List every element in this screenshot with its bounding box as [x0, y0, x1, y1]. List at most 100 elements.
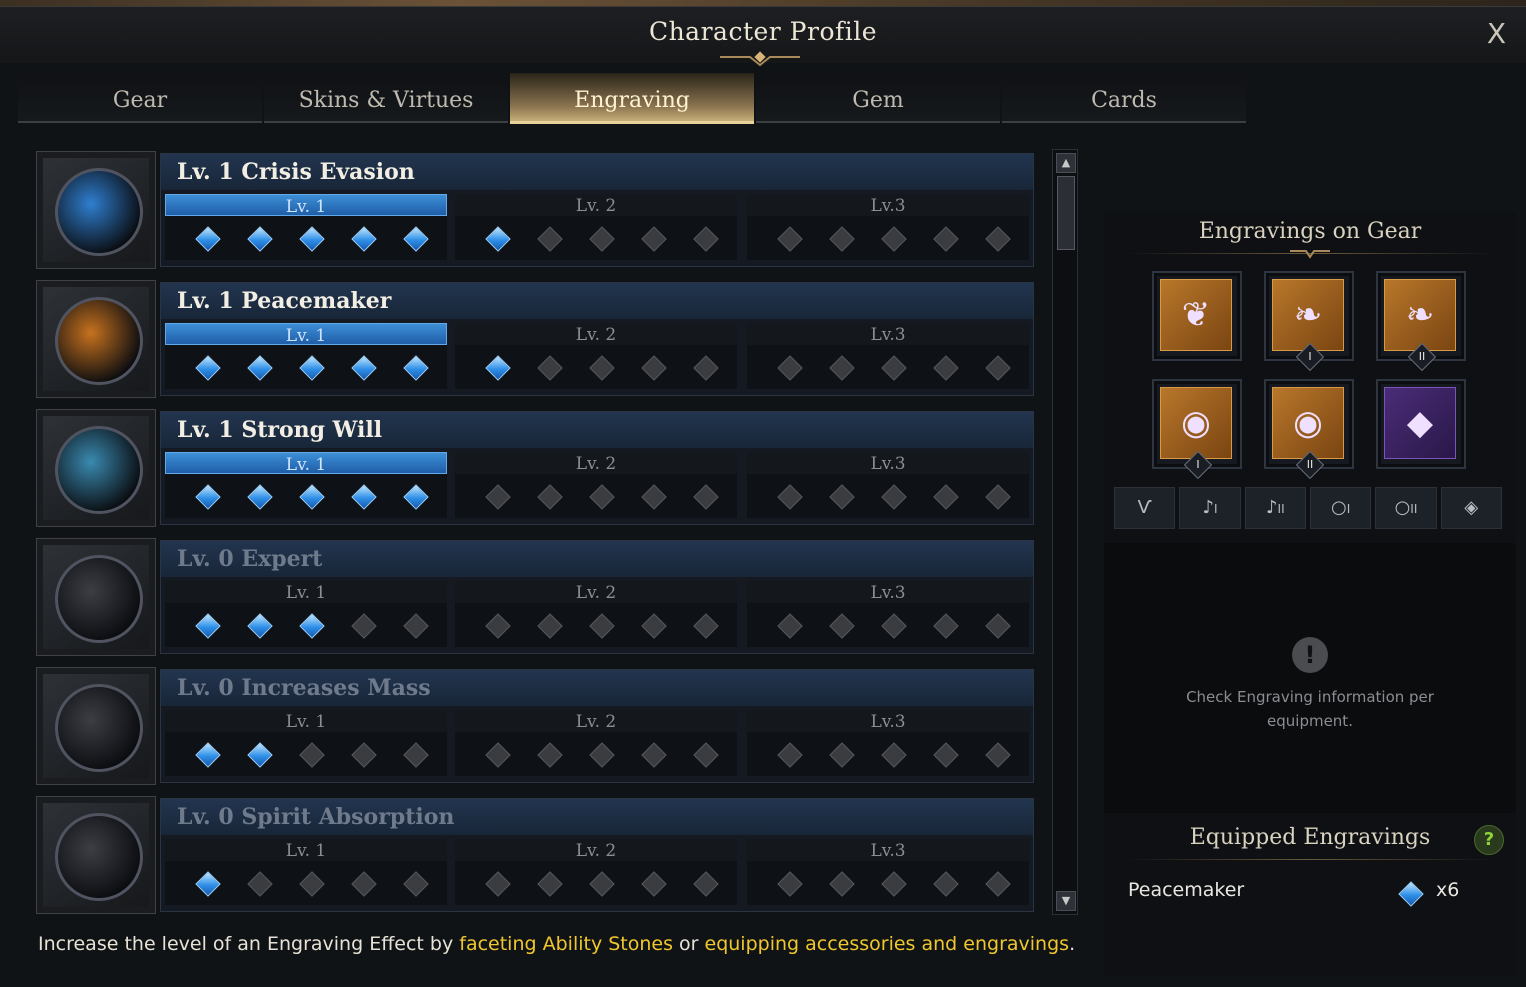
level-label: Lv. 2: [455, 452, 737, 474]
title-bar: Character Profile X: [0, 7, 1526, 67]
engraving-icon-frame: [36, 667, 156, 785]
tab-gear[interactable]: Gear: [18, 73, 262, 123]
tab-bar: Gear Skins & Virtues Engraving Gem Cards: [18, 73, 1248, 124]
equipped-engraving-name: Peacemaker: [1128, 879, 1245, 901]
ability-stone-icon: ◆: [1384, 387, 1456, 459]
equipped-engravings-heading: Equipped Engravings: [1189, 825, 1431, 850]
engraving-icon-frame: [36, 151, 156, 269]
help-icon[interactable]: ?: [1474, 825, 1504, 855]
gear-filter-tab[interactable]: ○I: [1309, 487, 1372, 529]
engraving-node-icon: [485, 355, 511, 381]
engraving-node-icon: [589, 355, 615, 381]
gear-filter-tab[interactable]: Ѵ: [1114, 487, 1176, 529]
tab-engraving[interactable]: Engraving: [510, 73, 754, 124]
equipped-engraving-row: Peacemaker x6: [1128, 877, 1496, 907]
earring-icon: ❧: [1272, 279, 1344, 351]
engraving-icon-frame: [36, 796, 156, 914]
engraving-node-icon: [537, 355, 563, 381]
gear-slot[interactable]: ◉ I: [1152, 379, 1242, 480]
gear-slot[interactable]: ◆: [1376, 379, 1466, 469]
gear-filter-tab[interactable]: ○II: [1375, 487, 1437, 529]
engraving-node-icon: [485, 742, 511, 768]
engraving-node-icon: [933, 355, 959, 381]
slot-number: II: [1306, 458, 1314, 471]
engraving-row[interactable]: Lv. 0 Increases Mass Lv. 1 Lv. 2 Lv.3: [36, 663, 1036, 785]
engraving-row[interactable]: Lv. 0 Spirit Absorption Lv. 1 Lv. 2 Lv.3: [36, 792, 1036, 914]
engraving-node-icon: [985, 355, 1011, 381]
level-segment: Lv. 1: [165, 452, 447, 518]
engraving-node-icon: [403, 871, 429, 897]
engraving-list-scrollbar[interactable]: ▲ ▼: [1052, 149, 1078, 915]
engraving-node-icon: [195, 613, 221, 639]
earring-icon-glyph: ❧: [1293, 295, 1323, 335]
engraving-name-bar: Lv. 1 Peacemaker: [161, 283, 1033, 319]
level-label: Lv.3: [747, 323, 1029, 345]
level-segment: Lv. 2: [455, 710, 737, 776]
level-label: Lv.3: [747, 452, 1029, 474]
engraving-panel: Lv. 0 Expert Lv. 1 Lv. 2 Lv.3: [160, 540, 1034, 654]
level-label: Lv.3: [747, 581, 1029, 603]
hint-prefix: Increase the level of an Engraving Effec…: [38, 933, 460, 955]
gear-filter-tab[interactable]: ◈: [1440, 487, 1502, 529]
tab-skins-virtues[interactable]: Skins & Virtues: [264, 73, 508, 123]
engraving-node-icon: [985, 484, 1011, 510]
engraving-row[interactable]: Lv. 1 Strong Will Lv. 1 Lv. 2 Lv.3: [36, 405, 1036, 527]
earring-icon: ❧: [1384, 279, 1456, 351]
engraving-node-icon: [777, 871, 803, 897]
engraving-node-icon: [589, 613, 615, 639]
level-segment: Lv.3: [747, 581, 1029, 647]
tab-cards[interactable]: Cards: [1002, 73, 1246, 123]
engraving-node-icon: [641, 613, 667, 639]
engraving-node-icon: [589, 484, 615, 510]
gear-slot[interactable]: ❧ II: [1376, 271, 1466, 372]
filter-tab-number: II: [1410, 502, 1418, 516]
engraving-node-icon: [641, 484, 667, 510]
engraving-node-icon: [485, 226, 511, 252]
earring-icon-glyph: ❧: [1405, 295, 1435, 335]
equipping-link[interactable]: equipping accessories and engravings: [705, 933, 1070, 955]
gear-filter-tab[interactable]: ♪I: [1179, 487, 1241, 529]
stone-filter-icon: ◈: [1464, 497, 1479, 518]
engraving-name-bar: Lv. 0 Spirit Absorption: [161, 799, 1033, 835]
engraving-node-icon: [299, 742, 325, 768]
faceting-link[interactable]: faceting Ability Stones: [459, 933, 673, 955]
engraving-node-icon: [299, 871, 325, 897]
level-label: Lv. 2: [455, 323, 737, 345]
slot-number: II: [1418, 350, 1426, 363]
level-label: Lv. 2: [455, 839, 737, 861]
engraving-name-bar: Lv. 0 Increases Mass: [161, 670, 1033, 706]
gear-filter-tabs: Ѵ ♪I ♪II ○I ○II ◈: [1114, 487, 1506, 529]
engravings-on-gear-heading: Engravings on Gear: [1198, 219, 1422, 244]
gear-slot[interactable]: ❧ I: [1264, 271, 1354, 372]
scroll-up-icon[interactable]: ▲: [1056, 153, 1076, 173]
engraving-node-icon: [693, 871, 719, 897]
engraving-row[interactable]: Lv. 0 Expert Lv. 1 Lv. 2 Lv.3: [36, 534, 1036, 656]
engraving-panel: Lv. 1 Peacemaker Lv. 1 Lv. 2 Lv.3: [160, 282, 1034, 396]
engraving-node-icon: [693, 613, 719, 639]
engraving-node-icon: [403, 742, 429, 768]
engraving-panel: Lv. 0 Increases Mass Lv. 1 Lv. 2 Lv.3: [160, 669, 1034, 783]
scroll-thumb[interactable]: [1057, 176, 1075, 250]
engraving-node-icon: [299, 484, 325, 510]
engraving-row[interactable]: Lv. 1 Crisis Evasion Lv. 1 Lv. 2 Lv.3: [36, 147, 1036, 269]
window-title: Character Profile: [648, 17, 878, 46]
scroll-down-icon[interactable]: ▼: [1056, 891, 1076, 911]
level-segment: Lv. 1: [165, 839, 447, 905]
engraving-row[interactable]: Lv. 1 Peacemaker Lv. 1 Lv. 2 Lv.3: [36, 276, 1036, 398]
level-segment: Lv. 2: [455, 581, 737, 647]
level-segment: Lv.3: [747, 194, 1029, 260]
tab-gem[interactable]: Gem: [756, 73, 1000, 123]
level-label: Lv. 1: [165, 839, 447, 861]
ring-filter-icon: ○: [1331, 497, 1347, 518]
engraving-node-icon: [299, 613, 325, 639]
filter-tab-number: II: [1277, 502, 1285, 516]
engraving-node-icon: [777, 742, 803, 768]
gear-slot[interactable]: ◉ II: [1264, 379, 1354, 480]
level-label: Lv. 1: [165, 323, 447, 346]
gear-filter-tab[interactable]: ♪II: [1244, 487, 1306, 529]
engraving-info-box: ! Check Engraving information per equipm…: [1104, 543, 1516, 813]
engraving-node-icon: [589, 742, 615, 768]
close-button[interactable]: X: [1487, 17, 1506, 50]
engraving-node-icon: [485, 484, 511, 510]
gear-slot[interactable]: ❦: [1152, 271, 1242, 361]
